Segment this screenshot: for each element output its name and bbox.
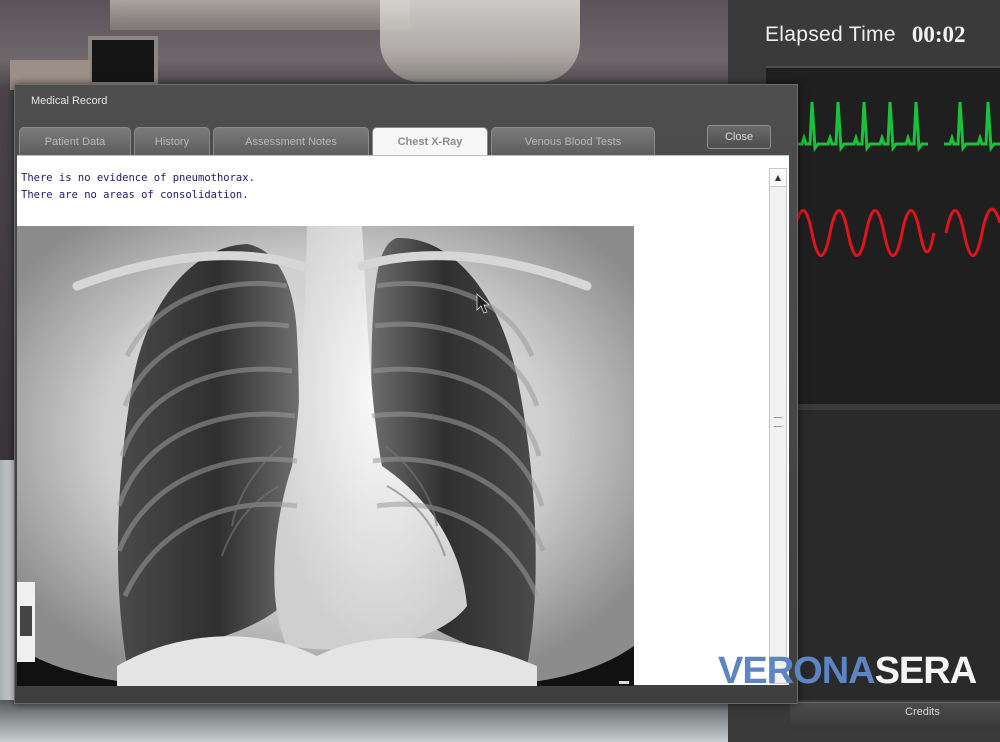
elapsed-time: Elapsed Time 00:02 — [765, 12, 1000, 58]
tab-chest-x-ray[interactable]: Chest X-Ray — [372, 127, 488, 155]
dialog-title: Medical Record — [31, 95, 108, 107]
tab-history[interactable]: History — [134, 127, 210, 155]
credits-link[interactable]: Credits — [905, 706, 940, 718]
chest-xray-graphic — [17, 226, 634, 686]
watermark-part-sera: SERA — [874, 650, 978, 692]
record-tabs: Patient Data History Assessment Notes Ch… — [19, 127, 658, 155]
elapsed-time-value: 00:02 — [911, 22, 966, 47]
surgical-lamp — [380, 0, 580, 82]
footer-bar — [790, 702, 1000, 730]
finding-line: There are no areas of consolidation. — [21, 189, 249, 201]
resize-handle — [619, 681, 629, 684]
vertical-scrollbar[interactable]: ▲ — [769, 168, 787, 684]
close-button[interactable]: Close — [707, 125, 771, 149]
vital-signs-monitor — [766, 66, 1000, 404]
watermark-part-verona: VERONA — [718, 650, 876, 692]
tab-assessment-notes[interactable]: Assessment Notes — [213, 127, 369, 155]
surgical-arm — [110, 0, 410, 30]
respiration-waveform — [792, 207, 1000, 257]
elapsed-time-label: Elapsed Time — [765, 23, 896, 46]
medical-record-dialog: Medical Record Patient Data History Asse… — [14, 84, 798, 704]
record-content-panel: There is no evidence of pneumothorax. Th… — [17, 155, 789, 686]
ecg-waveform — [796, 101, 1000, 153]
wall-monitor — [88, 36, 158, 86]
triangle-up-icon[interactable]: ▲ — [770, 169, 786, 187]
watermark-logo: VERONASERA — [718, 650, 978, 692]
tab-patient-data[interactable]: Patient Data — [19, 127, 131, 155]
tab-venous-blood-tests[interactable]: Venous Blood Tests — [491, 127, 655, 155]
chest-xray-image — [17, 226, 634, 686]
finding-line: There is no evidence of pneumothorax. — [21, 172, 255, 184]
xray-findings: There is no evidence of pneumothorax. Th… — [21, 170, 255, 204]
scroll-grip-icon[interactable] — [774, 417, 782, 427]
